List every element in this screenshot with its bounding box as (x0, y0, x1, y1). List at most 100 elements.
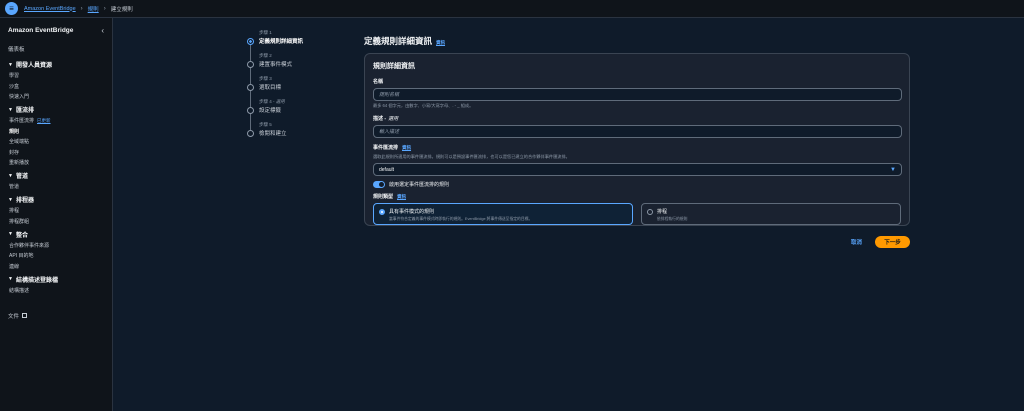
sidebar-item-event-buses[interactable]: 事件匯流排 已更新 (8, 117, 104, 125)
sidebar-header: Amazon EventBridge ‹ (8, 26, 104, 35)
sidebar-section-scheduler: ▼ 排程器 排程 排程群組 (8, 195, 104, 225)
rule-details-panel: 規則詳細資訊 名稱 規則名稱 最多 64 個字元，由數字、小寫/大寫字母、. -… (364, 53, 910, 226)
step-number: 步驟 4 - 選用 (259, 99, 285, 104)
rule-type-label: 規則類型 資訊 (373, 194, 407, 200)
sidebar-item-schemas[interactable]: 結構描述 (8, 287, 104, 294)
rule-type-event-pattern[interactable]: 具有事件模式的規則 當事件符合定義的事件模式時即執行的規則。EventBridg… (373, 203, 633, 225)
step-1[interactable]: 步驟 1 定義規則詳細資訊 (247, 30, 337, 61)
sidebar-section-pipes: ▼ 管道 管道 (8, 171, 104, 191)
section-toggle[interactable]: ▼ 排程器 (8, 195, 104, 205)
step-3: 步驟 3 選取目標 (247, 76, 337, 107)
sidebar-section-schema-registry: ▼ 結構描述登錄檔 結構描述 (8, 275, 104, 294)
sidebar-item-dashboard[interactable]: 儀表板 (8, 45, 104, 53)
enable-rule-toggle-row: 啟用選定事件匯流排的規則 (373, 181, 901, 188)
sidebar-item-global-endpoints[interactable]: 全域端點 (8, 138, 104, 145)
sidebar-section-buses: ▼ 匯流排 事件匯流排 已更新 規則 全域端點 封存 重新播放 (8, 105, 104, 167)
name-hint: 最多 64 個字元，由數字、小寫/大寫字母、. - _ 組成。 (373, 103, 474, 108)
breadcrumb-rules[interactable]: 規則 (88, 5, 99, 13)
step-indicator-icon (247, 61, 254, 68)
page-title: 定義規則詳細資訊 資訊 (364, 36, 446, 46)
step-label: 檢閱和建立 (259, 131, 287, 137)
sidebar-item-connections[interactable]: 連線 (8, 263, 104, 270)
section-toggle[interactable]: ▼ 結構描述登錄檔 (8, 275, 104, 284)
wizard-steps: 步驟 1 定義規則詳細資訊 步驟 2 建置事件模式 步驟 3 選取目標 步驟 4… (247, 30, 337, 145)
step-label: 定義規則詳細資訊 (259, 39, 304, 45)
section-toggle[interactable]: ▼ 匯流排 (8, 105, 104, 115)
sidebar-item-partner-sources[interactable]: 合作夥伴事件來源 (8, 242, 104, 249)
name-label: 名稱 (373, 79, 384, 85)
updated-badge: 已更新 (37, 117, 51, 123)
info-link[interactable]: 資訊 (436, 40, 445, 46)
sidebar-title: Amazon EventBridge (8, 27, 74, 34)
name-input[interactable]: 規則名稱 (373, 88, 902, 101)
panel-title: 規則詳細資訊 (373, 63, 415, 70)
sidebar-item-schedule-groups[interactable]: 排程群組 (8, 218, 104, 225)
menu-icon[interactable]: ≡ (5, 2, 18, 15)
sidebar-item-pipes[interactable]: 管道 (8, 183, 104, 190)
step-label: 選取目標 (259, 85, 282, 91)
chevron-right-icon: › (103, 5, 106, 12)
sidebar-item-api-destinations[interactable]: API 目的地 (8, 252, 104, 259)
option-title: 具有事件模式的規則 (389, 209, 435, 215)
top-navigation-bar: ≡ Amazon EventBridge › 規則 › 建立規則 (0, 0, 1024, 18)
caret-down-icon: ▼ (8, 231, 13, 237)
radio-selected-icon (379, 209, 385, 215)
caret-down-icon: ▼ (8, 106, 13, 113)
rule-type-options: 具有事件模式的規則 當事件符合定義的事件模式時即執行的規則。EventBridg… (373, 203, 901, 225)
caret-down-icon: ▼ (8, 61, 13, 68)
cancel-button[interactable]: 取消 (851, 238, 862, 246)
breadcrumb-eventbridge[interactable]: Amazon EventBridge (24, 6, 76, 12)
sidebar-item-schedules[interactable]: 排程 (8, 207, 104, 214)
option-description: 當事件符合定義的事件模式時即執行的規則。EventBridge 將事件傳送至指定… (389, 217, 533, 221)
step-indicator-icon (247, 130, 254, 137)
sidebar: Amazon EventBridge ‹ 儀表板 ▼ 開發人員資源 學習 沙盒 快… (0, 18, 113, 411)
chevron-right-icon: › (80, 5, 83, 12)
breadcrumb: Amazon EventBridge › 規則 › 建立規則 (24, 5, 133, 13)
radio-unselected-icon (647, 209, 653, 215)
breadcrumb-current: 建立規則 (110, 6, 133, 13)
step-4: 步驟 4 - 選用 設定標籤 (247, 99, 337, 130)
caret-down-icon: ▼ (890, 166, 896, 173)
step-number: 步驟 2 (259, 53, 272, 58)
sidebar-item-rules[interactable]: 規則 (8, 128, 104, 135)
step-indicator-icon (247, 38, 254, 45)
external-link-icon (22, 313, 28, 318)
info-link[interactable]: 資訊 (402, 145, 411, 151)
info-link[interactable]: 資訊 (397, 194, 406, 200)
step-label: 建置事件模式 (259, 62, 293, 68)
sidebar-item-learn[interactable]: 學習 (8, 72, 104, 79)
section-toggle[interactable]: ▼ 開發人員資源 (8, 60, 104, 70)
event-bus-label: 事件匯流排 資訊 (373, 145, 412, 151)
documentation-link[interactable]: 文件 (8, 312, 104, 320)
step-indicator-icon (247, 84, 254, 91)
collapse-sidebar-icon[interactable]: ‹ (101, 26, 104, 35)
sidebar-item-sandbox[interactable]: 沙盒 (8, 83, 104, 90)
sidebar-item-quickstart[interactable]: 快速入門 (8, 93, 104, 100)
caret-down-icon: ▼ (8, 276, 13, 282)
description-input[interactable]: 輸入描述 (373, 125, 902, 138)
event-bus-select[interactable]: default ▼ (373, 163, 902, 176)
step-number: 步驟 5 (259, 122, 272, 127)
step-number: 步驟 3 (259, 76, 272, 81)
section-toggle[interactable]: ▼ 整合 (8, 230, 104, 239)
step-5: 步驟 5 檢閱和建立 (247, 122, 337, 145)
rule-type-schedule[interactable]: 排程 依排程執行的規則 (641, 203, 901, 225)
sidebar-section-integration: ▼ 整合 合作夥伴事件來源 API 目的地 連線 (8, 230, 104, 270)
caret-down-icon: ▼ (8, 172, 13, 179)
enable-rule-toggle[interactable] (373, 181, 385, 188)
description-label: 描述 - 選用 (373, 116, 399, 122)
step-number: 步驟 1 (259, 30, 272, 35)
sidebar-section-developer: ▼ 開發人員資源 學習 沙盒 快速入門 (8, 60, 104, 101)
event-bus-hint: 選取此規則所適用的事件匯流排。規則可以是預設事件匯流排，也可以是您已建立的合作夥… (373, 154, 570, 159)
sidebar-item-replays[interactable]: 重新播放 (8, 159, 104, 166)
option-description: 依排程執行的規則 (657, 217, 688, 221)
toggle-label: 啟用選定事件匯流排的規則 (389, 182, 450, 188)
step-label: 設定標籤 (259, 108, 282, 114)
step-indicator-icon (247, 107, 254, 114)
section-toggle[interactable]: ▼ 管道 (8, 171, 104, 181)
form-actions: 取消 下一步 (851, 236, 910, 248)
caret-down-icon: ▼ (8, 196, 13, 203)
sidebar-item-archives[interactable]: 封存 (8, 149, 104, 156)
next-button[interactable]: 下一步 (875, 236, 910, 248)
option-title: 排程 (657, 209, 668, 215)
